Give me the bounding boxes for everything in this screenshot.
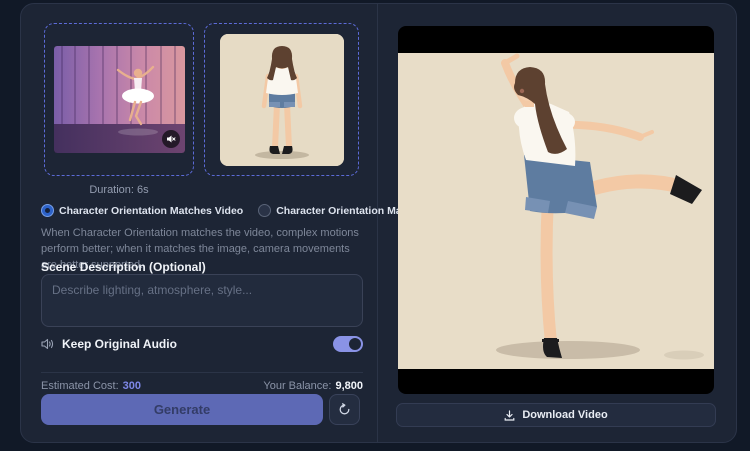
dancing-girl-result-frame — [398, 53, 714, 369]
download-video-button[interactable]: Download Video — [396, 403, 716, 427]
standing-girl-illustration — [220, 34, 344, 166]
keep-audio-label: Keep Original Audio — [62, 337, 177, 351]
balance-label: Your Balance: — [263, 380, 331, 392]
radio-unselected-icon — [258, 204, 271, 217]
scene-description-label: Scene Description (Optional) — [41, 260, 206, 274]
generate-button[interactable]: Generate — [41, 394, 323, 425]
balance-value: 9,800 — [335, 380, 363, 392]
download-label: Download Video — [522, 409, 607, 421]
scene-description-input[interactable] — [41, 274, 363, 327]
character-image-frame — [220, 34, 344, 166]
speaker-muted-icon — [166, 134, 176, 144]
estimated-cost-value: 300 — [123, 380, 141, 392]
reset-icon — [338, 403, 351, 416]
radio-matches-video-label: Character Orientation Matches Video — [59, 205, 243, 217]
orientation-options: Character Orientation Matches Video Char… — [41, 204, 367, 217]
radio-selected-icon — [41, 204, 54, 217]
main-card: Duration: 6s Character Orientation Match… — [20, 3, 737, 443]
panel-divider — [377, 4, 378, 442]
keep-audio-toggle[interactable] — [333, 336, 363, 352]
result-video-player[interactable] — [398, 26, 714, 394]
cost-divider — [41, 372, 363, 373]
radio-matches-video[interactable]: Character Orientation Matches Video — [41, 204, 243, 217]
reset-button[interactable] — [329, 394, 360, 425]
speaker-icon — [41, 338, 55, 350]
cost-balance-row: Estimated Cost: 300 Your Balance: 9,800 — [41, 380, 363, 392]
keep-audio-row: Keep Original Audio — [41, 336, 363, 352]
duration-label: Duration: 6s — [44, 184, 194, 196]
estimated-cost-label: Estimated Cost: — [41, 380, 119, 392]
mute-button[interactable] — [162, 130, 180, 148]
source-video-thumbnail[interactable] — [44, 23, 194, 176]
source-video-frame — [54, 46, 185, 153]
toggle-knob — [349, 338, 361, 350]
download-icon — [504, 410, 515, 421]
character-image-thumbnail[interactable] — [204, 23, 359, 176]
